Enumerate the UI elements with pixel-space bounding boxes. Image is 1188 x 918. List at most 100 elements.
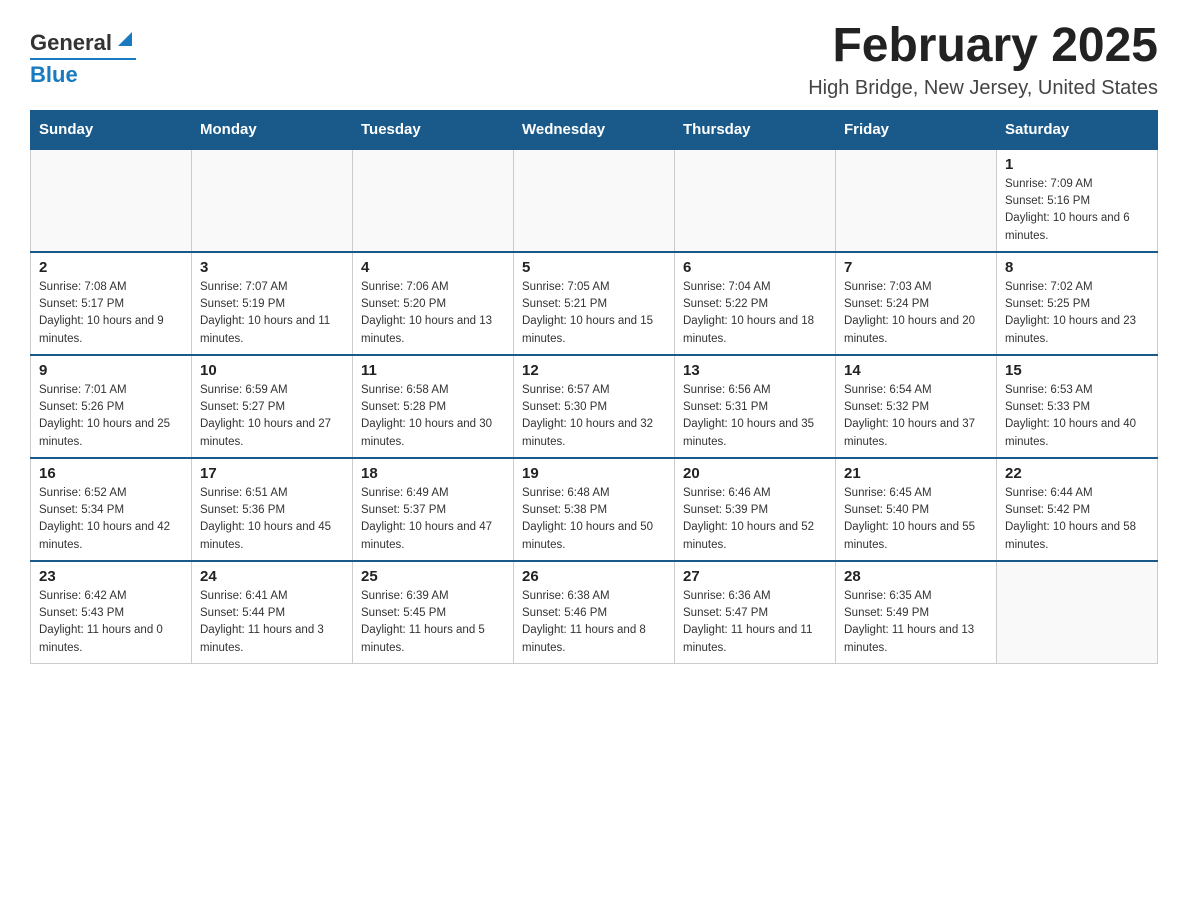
day-info: Sunrise: 6:52 AMSunset: 5:34 PMDaylight:…	[39, 485, 183, 554]
calendar-day-cell: 19 Sunrise: 6:48 AMSunset: 5:38 PMDayligh…	[514, 458, 675, 561]
calendar-day-cell: 11Sunrise: 6:58 AMSunset: 5:28 PMDayligh…	[353, 355, 514, 458]
day-info: Sunrise: 7:09 AMSunset: 5:16 PMDaylight:…	[1005, 176, 1149, 245]
calendar-day-cell: 8Sunrise: 7:02 AMSunset: 5:25 PMDaylight…	[997, 252, 1158, 355]
day-info: Sunrise: 7:05 AMSunset: 5:21 PMDaylight:…	[522, 279, 666, 348]
day-info: Sunrise: 7:02 AMSunset: 5:25 PMDaylight:…	[1005, 279, 1149, 348]
day-of-week-header: Friday	[836, 110, 997, 149]
day-info: Sunrise: 6:42 AMSunset: 5:43 PMDaylight:…	[39, 588, 183, 657]
day-info: Sunrise: 6:39 AMSunset: 5:45 PMDaylight:…	[361, 588, 505, 657]
calendar-day-cell: 5 Sunrise: 7:05 AMSunset: 5:21 PMDaylight…	[514, 252, 675, 355]
logo-blue-text: Blue	[30, 62, 136, 88]
day-number: 3	[200, 259, 344, 276]
page-header: General Blue February 2025 High Bridge, …	[30, 20, 1158, 100]
day-number: 22	[1005, 465, 1149, 482]
month-title: February 2025	[808, 20, 1158, 73]
day-number: 21	[844, 465, 988, 482]
day-of-week-header: Monday	[192, 110, 353, 149]
calendar-week-row: 23Sunrise: 6:42 AMSunset: 5:43 PMDayligh…	[31, 561, 1158, 664]
day-info: Sunrise: 6:53 AMSunset: 5:33 PMDaylight:…	[1005, 382, 1149, 451]
day-info: Sunrise: 7:01 AMSunset: 5:26 PMDaylight:…	[39, 382, 183, 451]
day-number: 12	[522, 362, 666, 379]
calendar-day-cell: 21 Sunrise: 6:45 AMSunset: 5:40 PMDayligh…	[836, 458, 997, 561]
day-number: 1	[1005, 156, 1149, 173]
day-number: 6	[683, 259, 827, 276]
calendar-day-cell: 25 Sunrise: 6:39 AMSunset: 5:45 PMDayligh…	[353, 561, 514, 664]
day-of-week-header: Thursday	[675, 110, 836, 149]
logo: General Blue	[30, 30, 136, 88]
calendar-day-cell: 4 Sunrise: 7:06 AMSunset: 5:20 PMDaylight…	[353, 252, 514, 355]
calendar-day-cell: 24 Sunrise: 6:41 AMSunset: 5:44 PMDayligh…	[192, 561, 353, 664]
day-number: 20	[683, 465, 827, 482]
day-info: Sunrise: 7:08 AMSunset: 5:17 PMDaylight:…	[39, 279, 183, 348]
day-info: Sunrise: 6:38 AMSunset: 5:46 PMDaylight:…	[522, 588, 666, 657]
calendar-day-cell: 9 Sunrise: 7:01 AMSunset: 5:26 PMDaylight…	[31, 355, 192, 458]
calendar-day-cell	[997, 561, 1158, 664]
day-info: Sunrise: 6:56 AMSunset: 5:31 PMDaylight:…	[683, 382, 827, 451]
logo-general-text: General	[30, 30, 112, 56]
calendar-day-cell: 16 Sunrise: 6:52 AMSunset: 5:34 PMDayligh…	[31, 458, 192, 561]
day-info: Sunrise: 6:57 AMSunset: 5:30 PMDaylight:…	[522, 382, 666, 451]
day-number: 26	[522, 568, 666, 585]
day-number: 7	[844, 259, 988, 276]
logo-triangle-icon	[114, 28, 136, 50]
day-info: Sunrise: 7:04 AMSunset: 5:22 PMDaylight:…	[683, 279, 827, 348]
day-number: 5	[522, 259, 666, 276]
calendar-day-cell: 6 Sunrise: 7:04 AMSunset: 5:22 PMDaylight…	[675, 252, 836, 355]
day-number: 9	[39, 362, 183, 379]
day-of-week-header: Saturday	[997, 110, 1158, 149]
day-number: 19	[522, 465, 666, 482]
calendar-header-row: SundayMondayTuesdayWednesdayThursdayFrid…	[31, 110, 1158, 149]
day-number: 24	[200, 568, 344, 585]
day-info: Sunrise: 6:49 AMSunset: 5:37 PMDaylight:…	[361, 485, 505, 554]
calendar-day-cell: 22 Sunrise: 6:44 AMSunset: 5:42 PMDayligh…	[997, 458, 1158, 561]
day-number: 13	[683, 362, 827, 379]
calendar-day-cell	[31, 149, 192, 252]
day-number: 14	[844, 362, 988, 379]
calendar-day-cell: 12 Sunrise: 6:57 AMSunset: 5:30 PMDayligh…	[514, 355, 675, 458]
location-title: High Bridge, New Jersey, United States	[808, 77, 1158, 100]
calendar-day-cell: 26 Sunrise: 6:38 AMSunset: 5:46 PMDayligh…	[514, 561, 675, 664]
calendar-day-cell: 28 Sunrise: 6:35 AMSunset: 5:49 PMDayligh…	[836, 561, 997, 664]
calendar-day-cell: 17Sunrise: 6:51 AMSunset: 5:36 PMDayligh…	[192, 458, 353, 561]
day-info: Sunrise: 7:03 AMSunset: 5:24 PMDaylight:…	[844, 279, 988, 348]
calendar-table: SundayMondayTuesdayWednesdayThursdayFrid…	[30, 110, 1158, 664]
day-number: 28	[844, 568, 988, 585]
calendar-day-cell: 20Sunrise: 6:46 AMSunset: 5:39 PMDayligh…	[675, 458, 836, 561]
day-number: 4	[361, 259, 505, 276]
day-info: Sunrise: 7:06 AMSunset: 5:20 PMDaylight:…	[361, 279, 505, 348]
day-info: Sunrise: 6:44 AMSunset: 5:42 PMDaylight:…	[1005, 485, 1149, 554]
calendar-day-cell: 23Sunrise: 6:42 AMSunset: 5:43 PMDayligh…	[31, 561, 192, 664]
day-info: Sunrise: 6:35 AMSunset: 5:49 PMDaylight:…	[844, 588, 988, 657]
day-of-week-header: Sunday	[31, 110, 192, 149]
calendar-day-cell: 14 Sunrise: 6:54 AMSunset: 5:32 PMDayligh…	[836, 355, 997, 458]
calendar-week-row: 9 Sunrise: 7:01 AMSunset: 5:26 PMDaylight…	[31, 355, 1158, 458]
calendar-day-cell: 18Sunrise: 6:49 AMSunset: 5:37 PMDayligh…	[353, 458, 514, 561]
calendar-week-row: 1 Sunrise: 7:09 AMSunset: 5:16 PMDaylight…	[31, 149, 1158, 252]
day-of-week-header: Wednesday	[514, 110, 675, 149]
calendar-day-cell: 2 Sunrise: 7:08 AMSunset: 5:17 PMDaylight…	[31, 252, 192, 355]
calendar-day-cell: 13 Sunrise: 6:56 AMSunset: 5:31 PMDayligh…	[675, 355, 836, 458]
calendar-day-cell	[353, 149, 514, 252]
title-area: February 2025 High Bridge, New Jersey, U…	[808, 20, 1158, 100]
day-number: 10	[200, 362, 344, 379]
day-info: Sunrise: 7:07 AMSunset: 5:19 PMDaylight:…	[200, 279, 344, 348]
day-number: 11	[361, 362, 505, 379]
calendar-week-row: 2 Sunrise: 7:08 AMSunset: 5:17 PMDaylight…	[31, 252, 1158, 355]
calendar-day-cell	[192, 149, 353, 252]
calendar-day-cell	[675, 149, 836, 252]
calendar-day-cell: 7 Sunrise: 7:03 AMSunset: 5:24 PMDaylight…	[836, 252, 997, 355]
day-number: 27	[683, 568, 827, 585]
day-number: 16	[39, 465, 183, 482]
day-number: 25	[361, 568, 505, 585]
calendar-day-cell	[836, 149, 997, 252]
day-info: Sunrise: 6:45 AMSunset: 5:40 PMDaylight:…	[844, 485, 988, 554]
calendar-day-cell	[514, 149, 675, 252]
calendar-week-row: 16 Sunrise: 6:52 AMSunset: 5:34 PMDayligh…	[31, 458, 1158, 561]
calendar-day-cell: 10Sunrise: 6:59 AMSunset: 5:27 PMDayligh…	[192, 355, 353, 458]
day-number: 2	[39, 259, 183, 276]
day-info: Sunrise: 6:36 AMSunset: 5:47 PMDaylight:…	[683, 588, 827, 657]
day-info: Sunrise: 6:41 AMSunset: 5:44 PMDaylight:…	[200, 588, 344, 657]
day-info: Sunrise: 6:48 AMSunset: 5:38 PMDaylight:…	[522, 485, 666, 554]
day-number: 17	[200, 465, 344, 482]
day-info: Sunrise: 6:54 AMSunset: 5:32 PMDaylight:…	[844, 382, 988, 451]
